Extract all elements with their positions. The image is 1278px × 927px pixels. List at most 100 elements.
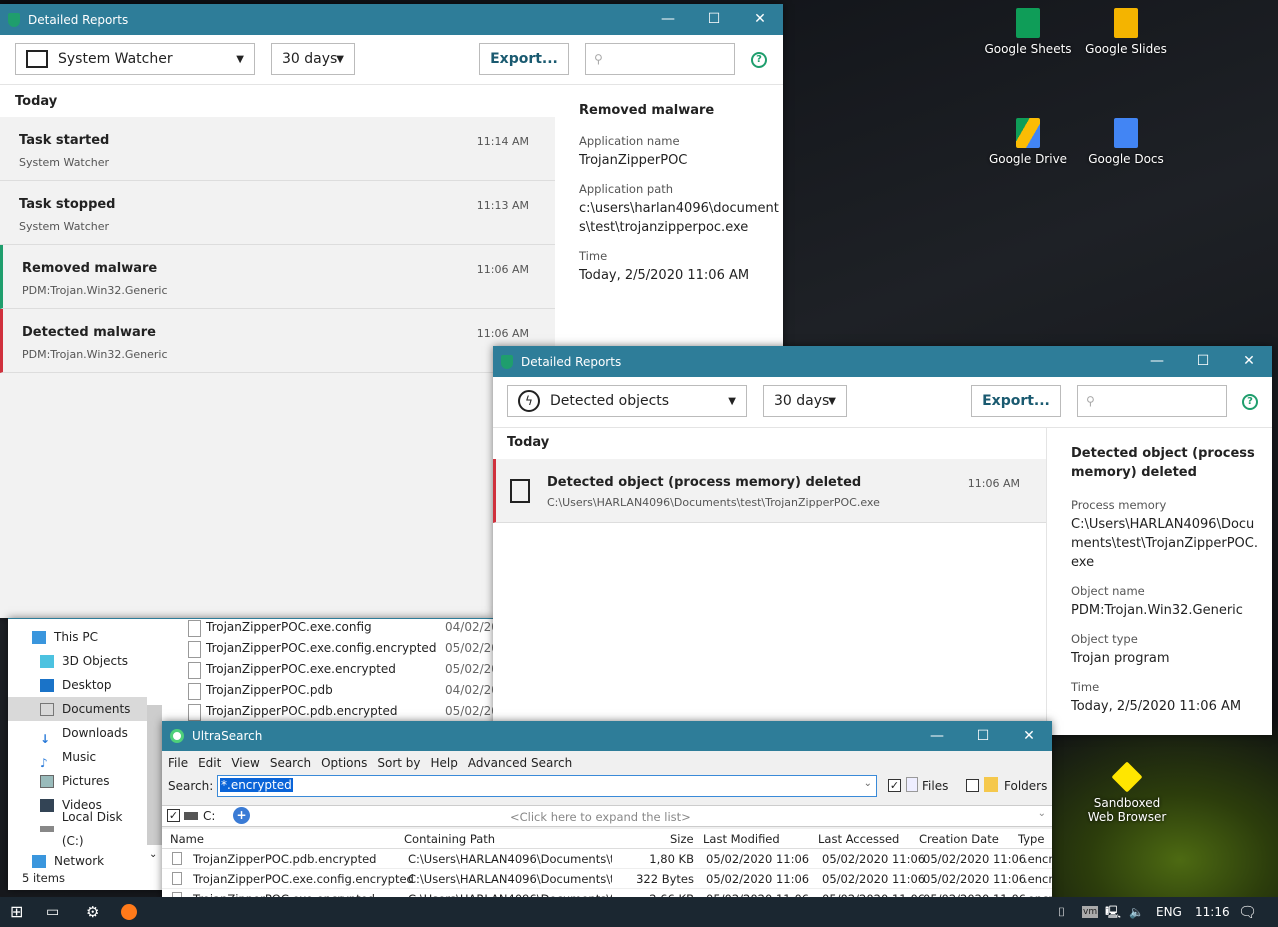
nav-this-pc[interactable]: This PC: [8, 625, 147, 649]
minimize-button[interactable]: —: [914, 721, 960, 751]
nav-documents[interactable]: Documents: [8, 697, 147, 721]
desktop-icon-google-slides[interactable]: Google Slides: [1081, 8, 1171, 56]
column-name[interactable]: Name: [170, 829, 204, 849]
menu-view[interactable]: View: [231, 756, 259, 770]
help-icon[interactable]: ?: [751, 52, 767, 68]
google-sheets-icon: [1016, 8, 1040, 38]
table-row[interactable]: TrojanZipperPOC.exe.config.encrypted C:\U…: [162, 869, 1053, 889]
report-type-dropdown[interactable]: ϟ Detected objects ▼: [507, 385, 747, 417]
nav-downloads[interactable]: ↓ Downloads: [8, 721, 147, 746]
close-button[interactable]: ✕: [1006, 721, 1052, 751]
group-header: Today: [507, 435, 550, 450]
maximize-button[interactable]: ☐: [1180, 346, 1226, 377]
menu-edit[interactable]: Edit: [198, 756, 221, 770]
search-input[interactable]: *.encrypted ⌄: [217, 775, 877, 797]
desktop-icon-google-sheets[interactable]: Google Sheets: [983, 8, 1073, 56]
file-row[interactable]: 05/02/20 TrojanZipperPOC.exe.encrypted: [162, 659, 499, 680]
title-bar: UltraSearch — ☐ ✕: [162, 721, 1052, 751]
minimize-button[interactable]: —: [645, 4, 691, 35]
column-creation-date[interactable]: Creation Date: [919, 829, 999, 849]
shield-icon: [8, 12, 20, 27]
expand-list-link[interactable]: <Click here to expand the list>: [510, 810, 691, 824]
document-copy-icon: [510, 479, 530, 503]
list-item[interactable]: Task stopped System Watcher 11:13 AM: [0, 181, 555, 245]
list-item[interactable]: Task started System Watcher 11:14 AM: [0, 117, 555, 181]
file-row[interactable]: 04/02/20 TrojanZipperPOC.exe.config: [162, 617, 499, 638]
pictures-icon: [40, 774, 54, 788]
cube-icon: [40, 654, 54, 668]
nav-desktop[interactable]: Desktop: [8, 673, 147, 697]
menu-bar: File Edit View Search Options Sort by Help Adva…: [168, 756, 582, 770]
files-checkbox[interactable]: ✓: [888, 779, 901, 792]
title-bar: Detailed Reports — ☐ ✕: [493, 346, 1272, 377]
period-dropdown[interactable]: 30 days ▼: [763, 385, 847, 417]
minimize-button[interactable]: —: [1134, 346, 1180, 377]
column-path[interactable]: Containing Path: [404, 829, 495, 849]
report-type-dropdown[interactable]: System Watcher ▼: [15, 43, 255, 75]
add-drive-icon[interactable]: +: [233, 807, 250, 824]
list-item[interactable]: Detected malware PDM:Trojan.Win32.Generic…: [0, 309, 555, 373]
menu-options[interactable]: Options: [321, 756, 367, 770]
nav-local-disk[interactable]: Local Disk (C:): [8, 810, 147, 848]
search-input[interactable]: ⚲: [1077, 385, 1227, 417]
navigation-pane: This PC 3D Objects Desktop Documents ↓ Do…: [8, 625, 147, 873]
group-header: Today: [15, 94, 58, 109]
file-row[interactable]: 05/02/20 TrojanZipperPOC.pdb.encrypted: [162, 701, 499, 722]
file-row[interactable]: 05/02/20 TrojanZipperPOC.exe.config.encry…: [162, 638, 499, 659]
close-button[interactable]: ✕: [737, 4, 783, 35]
search-label: Search:: [168, 779, 214, 793]
search-input[interactable]: ⚲: [585, 43, 735, 75]
scroll-down-icon[interactable]: ⌄: [149, 849, 157, 860]
clock[interactable]: 11:16: [1195, 897, 1230, 927]
column-last-modified[interactable]: Last Modified: [703, 829, 780, 849]
list-item-selected[interactable]: Removed malware PDM:Trojan.Win32.Generic 1…: [0, 245, 555, 309]
column-size[interactable]: Size: [670, 829, 694, 849]
start-button[interactable]: ⊞: [10, 897, 23, 927]
help-icon[interactable]: ?: [1242, 394, 1258, 410]
column-last-accessed[interactable]: Last Accessed: [818, 829, 899, 849]
menu-sort-by[interactable]: Sort by: [377, 756, 420, 770]
desktop-icon-google-docs[interactable]: Google Docs: [1081, 118, 1171, 166]
desktop-icon: [40, 678, 54, 692]
period-dropdown[interactable]: 30 days ▼: [271, 43, 355, 75]
network-icon[interactable]: 🖳: [1105, 897, 1121, 927]
export-button[interactable]: Export...: [971, 385, 1061, 417]
chevron-down-icon[interactable]: ⌄: [1038, 808, 1046, 819]
download-arrow-icon: ↓: [40, 731, 51, 746]
nav-music[interactable]: ♪ Music: [8, 745, 147, 770]
nav-3d-objects[interactable]: 3D Objects: [8, 649, 147, 673]
scrollbar[interactable]: [147, 705, 162, 845]
settings-gear-icon[interactable]: ⚙: [86, 897, 99, 927]
list-item-selected[interactable]: Detected object (process memory) deleted…: [493, 459, 1046, 523]
notifications-icon[interactable]: 🗨: [1238, 897, 1257, 927]
nav-pictures[interactable]: Pictures: [8, 769, 147, 793]
firefox-icon[interactable]: [121, 904, 137, 920]
export-button[interactable]: Export...: [479, 43, 569, 75]
language-indicator[interactable]: ENG: [1156, 897, 1182, 927]
maximize-button[interactable]: ☐: [960, 721, 1006, 751]
folders-checkbox[interactable]: [966, 779, 979, 792]
vm-icon[interactable]: vm: [1082, 906, 1099, 918]
menu-help[interactable]: Help: [431, 756, 458, 770]
close-button[interactable]: ✕: [1226, 346, 1272, 377]
title-bar: Detailed Reports — ☐ ✕: [0, 4, 783, 35]
volume-icon[interactable]: 🔈: [1129, 897, 1144, 927]
folder-icon: [984, 777, 998, 792]
usb-icon[interactable]: ⌷: [1058, 897, 1065, 927]
menu-advanced-search[interactable]: Advanced Search: [468, 756, 572, 770]
desktop-icon-sandboxed-browser[interactable]: Sandboxed Web Browser: [1082, 761, 1172, 824]
chevron-down-icon[interactable]: ⌄: [864, 778, 872, 789]
table-row[interactable]: TrojanZipperPOC.pdb.encrypted C:\Users\HA…: [162, 849, 1053, 869]
desktop-icon-google-drive[interactable]: Google Drive: [983, 118, 1073, 166]
maximize-button[interactable]: ☐: [691, 4, 737, 35]
music-note-icon: ♪: [40, 755, 48, 770]
task-view-icon[interactable]: ▭: [46, 897, 59, 927]
file-row[interactable]: 04/02/20 TrojanZipperPOC.pdb: [162, 680, 499, 701]
menu-search[interactable]: Search: [270, 756, 311, 770]
google-docs-icon: [1114, 118, 1138, 148]
film-icon: [40, 798, 54, 812]
chevron-down-icon: ▼: [336, 53, 344, 65]
menu-file[interactable]: File: [168, 756, 188, 770]
column-type[interactable]: Type: [1018, 829, 1044, 849]
drive-checkbox[interactable]: ✓: [167, 809, 180, 822]
